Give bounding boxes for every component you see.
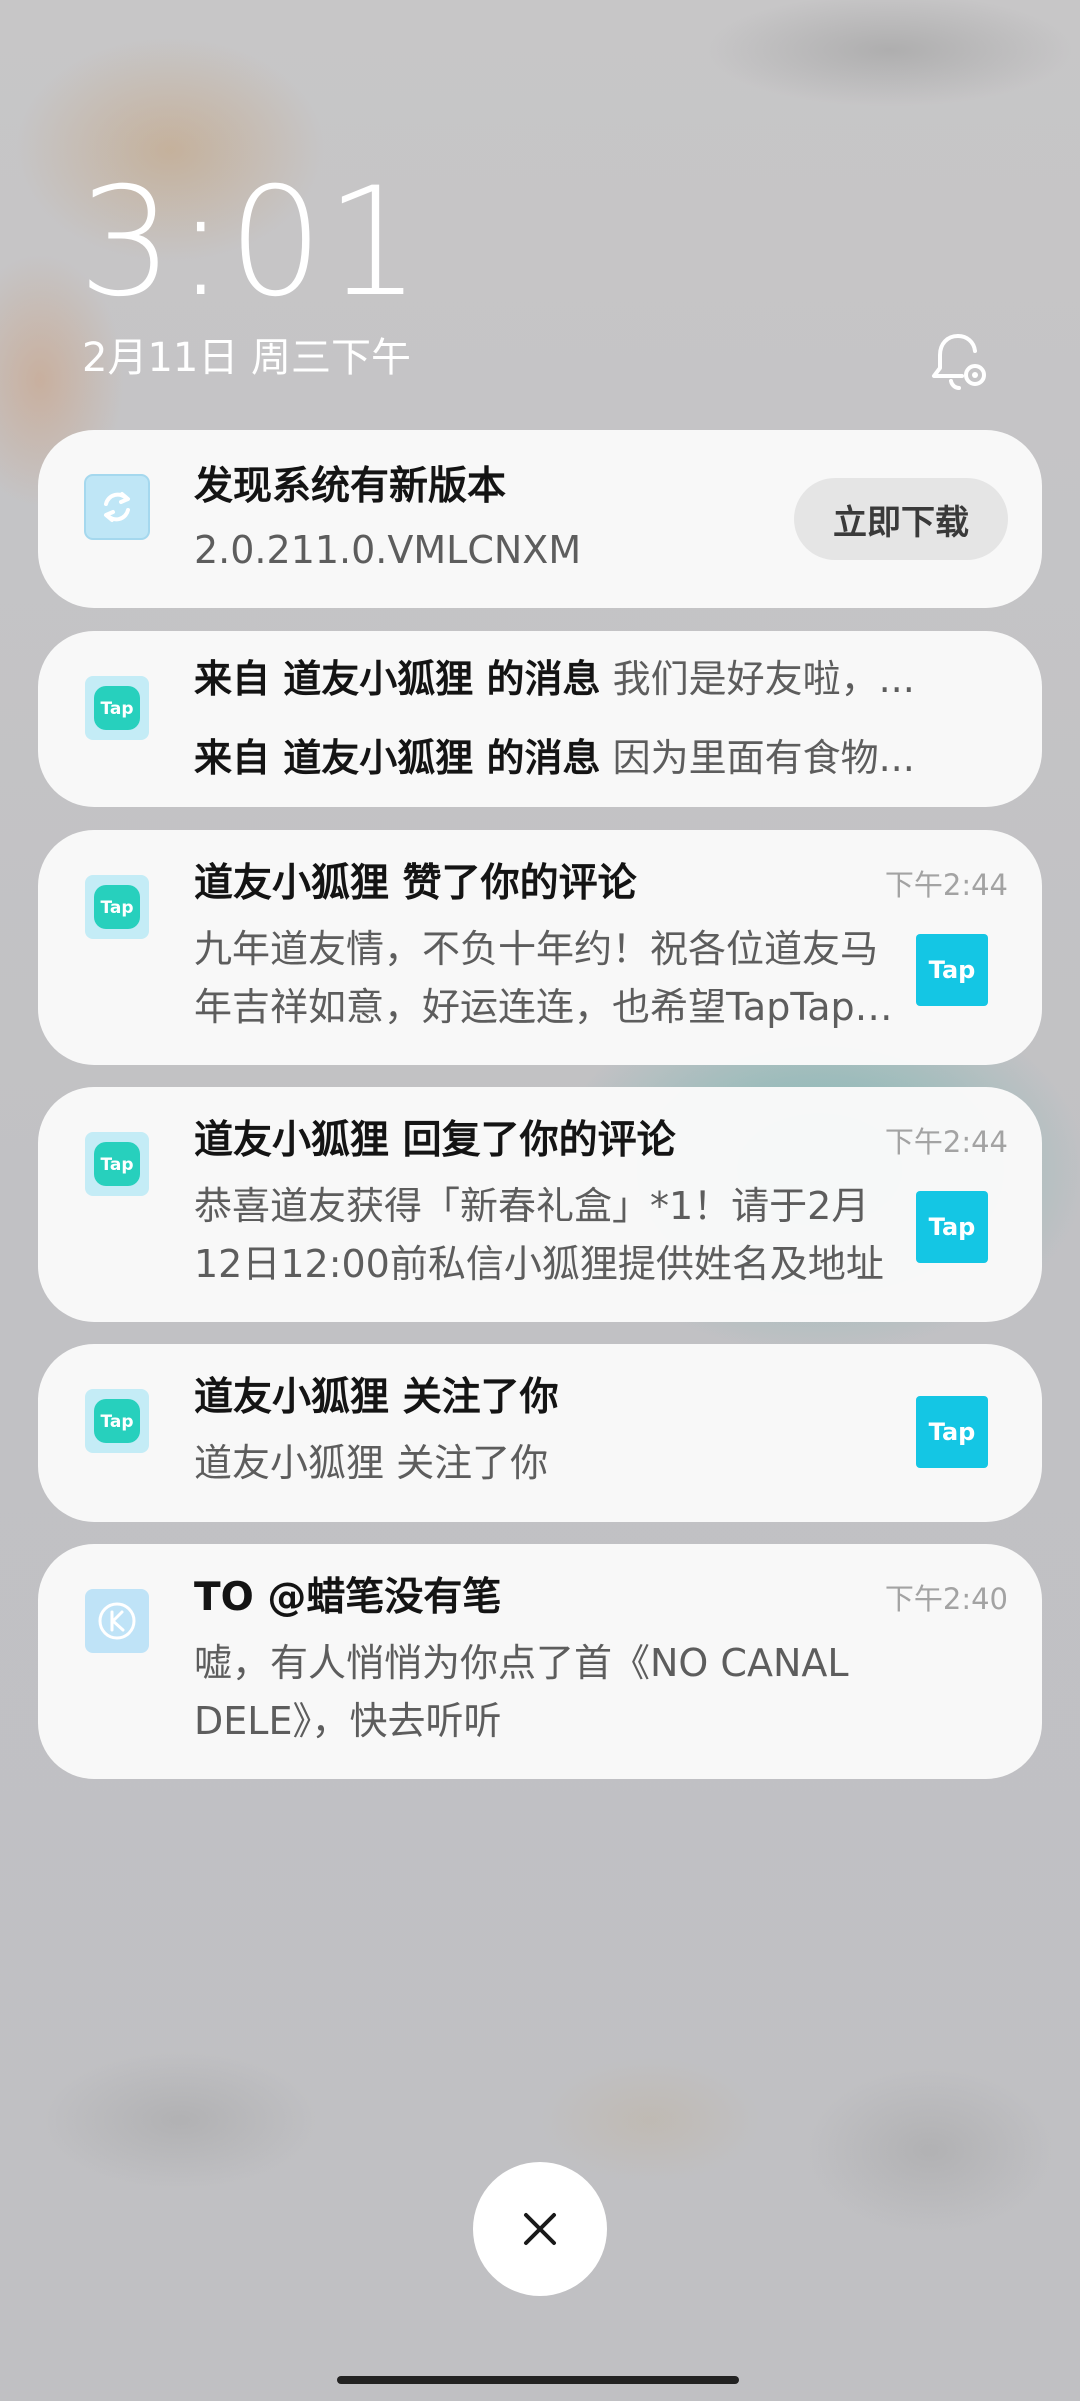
lockscreen-date: 2月11日 周三下午 xyxy=(82,335,412,381)
lockscreen-clock: 3:01 xyxy=(78,156,423,330)
close-icon xyxy=(524,2213,556,2245)
svg-text:Tap: Tap xyxy=(100,898,133,918)
notification-title: 道友小狐狸 关注了你 xyxy=(194,1375,559,1420)
home-indicator[interactable] xyxy=(337,2376,739,2384)
message-line-2: 来自 道友小狐狸 的消息 因为里面有食物... xyxy=(194,736,915,780)
taptap-icon: Tap xyxy=(82,1129,152,1199)
svg-text:Tap: Tap xyxy=(929,956,976,984)
svg-text:Tap: Tap xyxy=(929,1418,976,1446)
svg-text:Tap: Tap xyxy=(100,699,133,719)
notification-body: 九年道友情，不负十年约！祝各位道友马年吉祥如意，好运连连，也希望TapTap越来… xyxy=(194,927,893,1029)
svg-text:Tap: Tap xyxy=(100,1412,133,1432)
taptap-icon: Tap xyxy=(82,1386,152,1456)
notification-time: 下午2:44 xyxy=(884,868,1008,902)
notification-body: 道友小狐狸 关注了你 xyxy=(194,1441,549,1485)
notification-system-update[interactable]: 发现系统有新版本 2.0.211.0.VMLCNXM 立即下载 xyxy=(38,430,1042,608)
download-now-button[interactable]: 立即下载 xyxy=(794,478,1008,560)
taptap-icon: Tap xyxy=(82,673,152,743)
message-line-1: 来自 道友小狐狸 的消息 我们是好友啦，... xyxy=(194,657,915,701)
system-update-icon xyxy=(82,472,152,542)
taptap-thumbnail: Tap xyxy=(916,1191,988,1263)
notification-taptap-follow[interactable]: Tap 道友小狐狸 关注了你 道友小狐狸 关注了你 Tap xyxy=(38,1344,1042,1522)
notification-body: 2.0.211.0.VMLCNXM xyxy=(194,528,582,572)
notification-time: 下午2:40 xyxy=(884,1582,1008,1616)
notification-settings-bell-icon[interactable] xyxy=(928,330,990,392)
taptap-thumbnail: Tap xyxy=(916,934,988,1006)
notification-taptap-messages[interactable]: Tap 来自 道友小狐狸 的消息 我们是好友啦，... 来自 道友小狐狸 的消息… xyxy=(38,631,1042,807)
notification-title: 发现系统有新版本 xyxy=(194,464,507,509)
notification-title: 道友小狐狸 回复了你的评论 xyxy=(194,1118,676,1163)
notification-kugou-song[interactable]: TO @蜡笔没有笔 下午2:40 嘘，有人悄悄为你点了首《NO CANAL DE… xyxy=(38,1544,1042,1779)
notification-body: 恭喜道友获得「新春礼盒」*1！请于2月12日12:00前私信小狐狸提供姓名及地址 xyxy=(194,1184,884,1286)
notification-body: 嘘，有人悄悄为你点了首《NO CANAL DELE》，快去听听 xyxy=(194,1641,849,1743)
notification-title: 道友小狐狸 赞了你的评论 xyxy=(194,861,637,906)
clear-notifications-button[interactable] xyxy=(473,2162,607,2296)
kugou-icon xyxy=(82,1586,152,1656)
notification-title: TO @蜡笔没有笔 xyxy=(194,1575,502,1620)
svg-text:Tap: Tap xyxy=(100,1155,133,1175)
taptap-thumbnail: Tap xyxy=(916,1396,988,1468)
notification-taptap-reply[interactable]: Tap 道友小狐狸 回复了你的评论 下午2:44 恭喜道友获得「新春礼盒」*1！… xyxy=(38,1087,1042,1322)
notification-taptap-like[interactable]: Tap 道友小狐狸 赞了你的评论 下午2:44 九年道友情，不负十年约！祝各位道… xyxy=(38,830,1042,1065)
taptap-icon: Tap xyxy=(82,872,152,942)
notification-time: 下午2:44 xyxy=(884,1125,1008,1159)
svg-text:Tap: Tap xyxy=(929,1213,976,1241)
